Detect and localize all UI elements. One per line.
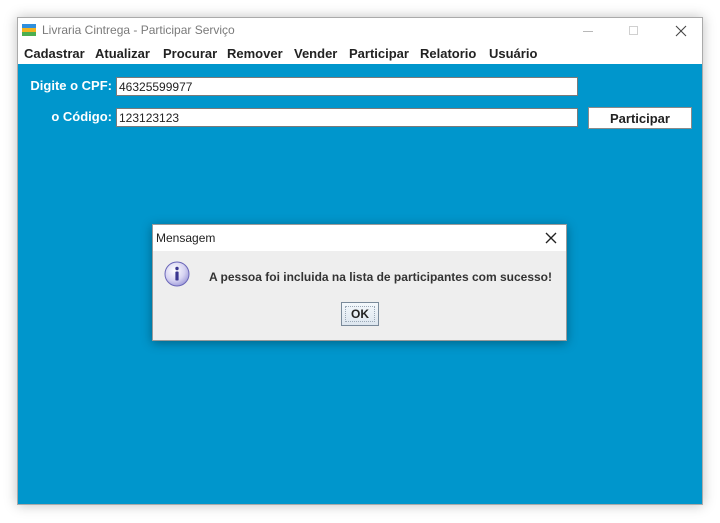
close-icon xyxy=(545,232,557,244)
menu-relatorio[interactable]: Relatorio xyxy=(420,46,476,61)
menu-usuario[interactable]: Usuário xyxy=(489,46,537,61)
cpf-label: Digite o CPF: xyxy=(30,78,112,93)
minimize-button[interactable] xyxy=(566,18,612,44)
menu-participar[interactable]: Participar xyxy=(349,46,409,61)
participar-button[interactable]: Participar xyxy=(588,107,692,129)
info-icon xyxy=(164,261,190,287)
ok-button[interactable]: OK xyxy=(341,302,379,326)
dialog-titlebar[interactable]: Mensagem xyxy=(153,225,566,251)
menu-procurar[interactable]: Procurar xyxy=(163,46,217,61)
window-titlebar[interactable]: Livraria Cintrega - Participar Serviço xyxy=(18,18,702,44)
codigo-input[interactable] xyxy=(116,108,578,127)
dialog-message: A pessoa foi incluida na lista de partic… xyxy=(209,270,552,284)
menu-bar: Cadastrar Atualizar Procurar Remover Ven… xyxy=(18,44,702,64)
dialog-close-button[interactable] xyxy=(540,228,562,248)
close-icon xyxy=(675,25,687,37)
menu-vender[interactable]: Vender xyxy=(294,46,337,61)
ok-button-label: OK xyxy=(345,306,375,322)
menu-cadastrar[interactable]: Cadastrar xyxy=(24,46,85,61)
close-button[interactable] xyxy=(658,18,704,44)
dialog-title: Mensagem xyxy=(156,231,216,245)
cpf-input[interactable] xyxy=(116,77,578,96)
window-title: Livraria Cintrega - Participar Serviço xyxy=(42,23,235,37)
message-dialog: Mensagem A pessoa foi incluida na lista … xyxy=(152,224,567,341)
menu-atualizar[interactable]: Atualizar xyxy=(95,46,150,61)
maximize-button[interactable] xyxy=(612,18,658,44)
menu-remover[interactable]: Remover xyxy=(227,46,283,61)
app-icon xyxy=(22,24,36,36)
codigo-label: o Código: xyxy=(51,109,112,124)
